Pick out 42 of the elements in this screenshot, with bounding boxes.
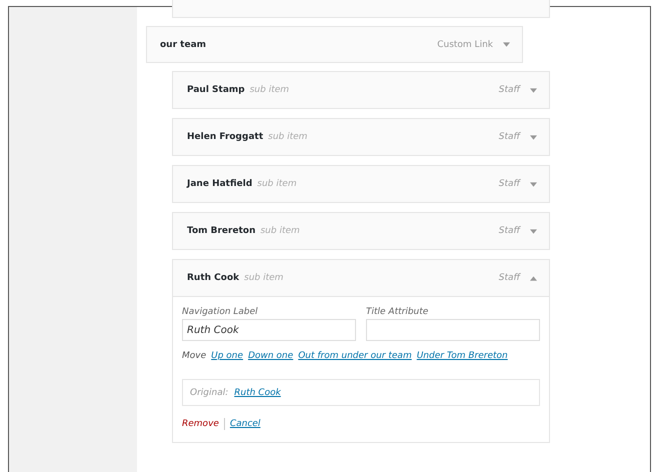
item-subtitle: sub item — [260, 226, 300, 236]
item-type: Staff — [498, 179, 520, 189]
item-title: Helen Froggatt — [187, 132, 264, 142]
menu-item-bar[interactable]: Jane Hatfield sub item Staff — [172, 165, 550, 203]
toggle-arrow-icon[interactable] — [530, 228, 537, 234]
menu-item-bar[interactable]: Helen Froggatt sub item Staff — [172, 118, 550, 156]
item-subtitle: sub item — [244, 273, 284, 283]
move-link[interactable]: Under Tom Brereton — [416, 349, 508, 364]
toggle-arrow-icon[interactable] — [503, 42, 510, 47]
toggle-arrow-icon[interactable] — [530, 88, 537, 92]
move-link[interactable]: Up one — [211, 349, 244, 364]
move-link[interactable]: Down one — [248, 349, 294, 364]
menu-item-bar[interactable]: our team Custom Link — [146, 26, 523, 63]
input-field[interactable]: Ruth Cook — [182, 319, 356, 341]
input-field[interactable] — [366, 319, 540, 341]
item-type: Custom Link — [437, 40, 493, 50]
original-link[interactable]: Ruth Cook — [234, 388, 281, 398]
remove-link[interactable]: Remove — [182, 419, 219, 429]
item-type: Staff — [498, 226, 520, 236]
item-title: Ruth Cook — [187, 273, 240, 283]
field-label: Navigation Label — [182, 307, 259, 317]
menu-item-bar[interactable]: Tom Brereton sub item Staff — [172, 212, 550, 250]
item-title: Paul Stamp — [187, 85, 245, 95]
toggle-arrow-icon[interactable] — [530, 182, 537, 186]
item-type: Staff — [498, 273, 520, 283]
cancel-link[interactable]: Cancel — [230, 419, 260, 429]
menu-item-bar[interactable]: Ruth Cook sub item Staff — [172, 259, 550, 297]
item-type: Staff — [498, 132, 520, 142]
move-label: Move — [182, 350, 206, 363]
menu-item-bar[interactable]: Paul Stamp sub item Staff — [172, 71, 550, 109]
item-subtitle: sub item — [268, 132, 308, 142]
toggle-arrow-icon[interactable] — [530, 276, 537, 280]
item-subtitle: sub item — [257, 179, 297, 189]
original-label: Original: — [190, 388, 228, 398]
item-title: our team — [160, 40, 206, 50]
toggle-arrow-icon[interactable] — [530, 134, 537, 140]
item-subtitle: sub item — [250, 85, 290, 95]
item-title: Jane Hatfield — [187, 179, 252, 189]
field-label: Title Attribute — [366, 307, 430, 317]
move-link[interactable]: Out from under our team — [298, 349, 412, 364]
item-type: Staff — [498, 85, 520, 95]
item-title: Tom Brereton — [187, 226, 256, 236]
